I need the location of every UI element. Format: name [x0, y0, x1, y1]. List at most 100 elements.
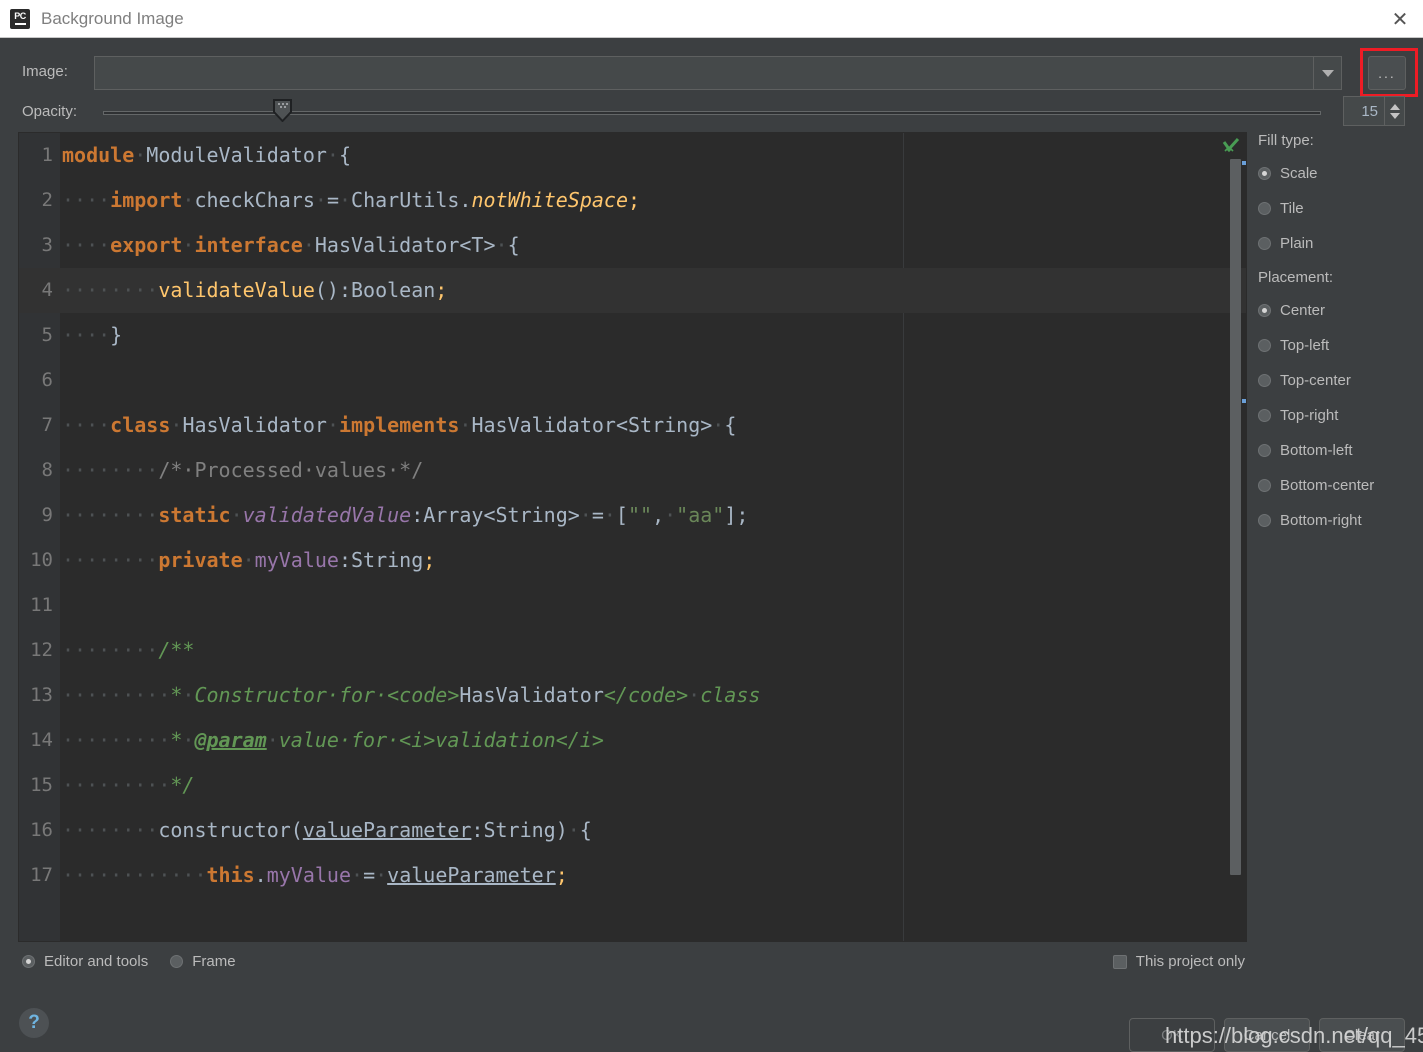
editor-preview: 1 module·ModuleValidator·{ 2 ····import·ch…: [18, 132, 1247, 942]
line-number: 14: [30, 729, 53, 751]
radio-placement-bottom-right[interactable]: Bottom-right: [1258, 503, 1418, 538]
editor-code: 1 module·ModuleValidator·{ 2 ····import·ch…: [19, 133, 1246, 941]
code-line: 8 ········/*·Processed·values·*/: [19, 448, 1246, 493]
image-row: Image: ...: [0, 48, 1423, 97]
background-image-dialog: Image: ... Opacity: 15 1 module·ModuleVa…: [0, 38, 1423, 1052]
line-number: 17: [30, 864, 53, 886]
code-line: 4 ········validateValue():Boolean;: [19, 268, 1246, 313]
radio-icon[interactable]: [1258, 339, 1271, 352]
radio-icon[interactable]: [170, 955, 184, 968]
radio-icon[interactable]: [1258, 444, 1271, 457]
code-line: 5 ····}: [19, 313, 1246, 358]
image-label: Image:: [22, 63, 68, 80]
line-number: 7: [41, 414, 53, 436]
opacity-spinner[interactable]: 15: [1343, 96, 1405, 126]
radio-frame[interactable]: Frame: [170, 953, 236, 970]
code-line: 16 ········constructor(valueParameter:Str…: [19, 808, 1246, 853]
browse-button[interactable]: ...: [1368, 56, 1406, 90]
code-line: 15 ·········*/: [19, 763, 1246, 808]
window-titlebar: PC Background Image ✕: [0, 0, 1423, 38]
line-number: 10: [30, 549, 53, 571]
code-line: 6: [19, 358, 1246, 403]
radio-label: Bottom-center: [1280, 477, 1375, 494]
line-number: 5: [41, 324, 53, 346]
window-title: Background Image: [41, 8, 184, 28]
radio-label: Frame: [192, 953, 236, 970]
line-number: 13: [30, 684, 53, 706]
radio-label: Top-center: [1280, 372, 1351, 389]
code-line: 3 ····export·interface·HasValidator<T>·{: [19, 223, 1246, 268]
code-line: 7 ····class·HasValidator·implements·HasVa…: [19, 403, 1246, 448]
code-line: 10 ········private·myValue:String;: [19, 538, 1246, 583]
options-panel: Fill type: Scale Tile Plain Placement: C…: [1258, 132, 1418, 942]
stepper-up-icon[interactable]: [1389, 103, 1400, 110]
radio-label: Top-right: [1280, 407, 1339, 424]
inspection-ok-check-icon[interactable]: [1222, 137, 1240, 155]
help-button[interactable]: ?: [19, 1008, 49, 1038]
watermark-text: https://blog.csdn.net/qq_45884783: [1165, 1023, 1423, 1048]
radio-editor-and-tools[interactable]: Editor and tools: [22, 953, 148, 970]
radio-icon[interactable]: [1258, 514, 1271, 527]
checkbox-label: This project only: [1135, 953, 1245, 970]
radio-icon[interactable]: [1258, 202, 1271, 215]
code-line: 13 ·········*·Constructor·for·<code>HasVa…: [19, 673, 1246, 718]
placement-label: Placement:: [1258, 269, 1334, 286]
code-line: 11: [19, 583, 1246, 628]
radio-icon[interactable]: [1258, 167, 1271, 180]
radio-label: Top-left: [1280, 337, 1330, 354]
checkbox-icon[interactable]: [1112, 954, 1127, 969]
radio-icon[interactable]: [1258, 409, 1271, 422]
code-line: 12 ········/**: [19, 628, 1246, 673]
chevron-down-icon[interactable]: [1313, 57, 1341, 89]
radio-icon[interactable]: [22, 955, 35, 968]
radio-label: Scale: [1280, 165, 1318, 182]
radio-placement-bottom-center[interactable]: Bottom-center: [1258, 468, 1418, 503]
radio-placement-top-left[interactable]: Top-left: [1258, 328, 1418, 363]
line-number: 11: [30, 594, 53, 616]
editor-scrollbar[interactable]: [1230, 159, 1241, 875]
code-line: 17 ············this.myValue·=·valueParame…: [19, 853, 1246, 898]
radio-icon[interactable]: [1258, 479, 1271, 492]
radio-placement-top-right[interactable]: Top-right: [1258, 398, 1418, 433]
line-number: 12: [30, 639, 53, 661]
radio-placement-center[interactable]: Center: [1258, 293, 1418, 328]
opacity-row: Opacity: 15: [0, 96, 1423, 130]
line-number: 4: [41, 279, 53, 301]
line-number: 15: [30, 774, 53, 796]
radio-icon[interactable]: [1258, 304, 1271, 317]
radio-label: Tile: [1280, 200, 1304, 217]
radio-fill-tile[interactable]: Tile: [1258, 191, 1418, 226]
line-number: 1: [41, 144, 53, 166]
image-path-combobox[interactable]: [94, 56, 1342, 90]
radio-icon[interactable]: [1258, 374, 1271, 387]
radio-placement-top-center[interactable]: Top-center: [1258, 363, 1418, 398]
line-number: 9: [41, 504, 53, 526]
code-line: 14 ·········*·@param·value·for·<i>validat…: [19, 718, 1246, 763]
radio-fill-scale[interactable]: Scale: [1258, 156, 1418, 191]
line-number: 8: [41, 459, 53, 481]
radio-label: Center: [1280, 302, 1326, 319]
line-number: 16: [30, 819, 53, 841]
radio-placement-bottom-left[interactable]: Bottom-left: [1258, 433, 1418, 468]
radio-icon[interactable]: [1258, 237, 1271, 250]
editor-marker: [1242, 161, 1246, 165]
line-number: 2: [41, 189, 53, 211]
scope-radio-group: Editor and tools Frame: [22, 953, 236, 970]
radio-label: Bottom-left: [1280, 442, 1353, 459]
code-line: 1 module·ModuleValidator·{: [19, 133, 1246, 178]
opacity-value[interactable]: 15: [1344, 97, 1384, 125]
stepper-down-icon[interactable]: [1389, 112, 1400, 119]
opacity-slider-thumb[interactable]: [273, 99, 292, 122]
code-line: 9 ········static·validatedValue:Array<Str…: [19, 493, 1246, 538]
editor-marker: [1242, 399, 1246, 403]
line-number: 3: [41, 234, 53, 256]
radio-label: Bottom-right: [1280, 512, 1362, 529]
opacity-label: Opacity:: [22, 103, 78, 120]
fill-type-label: Fill type:: [1258, 132, 1314, 149]
radio-label: Editor and tools: [44, 953, 149, 970]
this-project-only-checkbox[interactable]: This project only: [1112, 953, 1245, 970]
close-icon[interactable]: ✕: [1389, 8, 1411, 30]
opacity-stepper[interactable]: [1384, 97, 1404, 125]
radio-fill-plain[interactable]: Plain: [1258, 226, 1418, 261]
pycharm-logo-icon: PC: [10, 8, 30, 29]
